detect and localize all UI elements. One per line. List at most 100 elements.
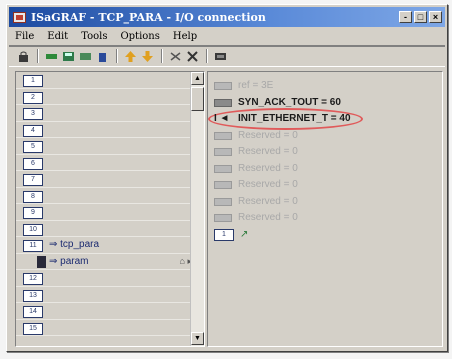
slot-number-box: 6 (23, 157, 43, 170)
parameter-item[interactable]: Reserved = 0 (214, 194, 414, 211)
scroll-down-button[interactable]: ▼ (191, 332, 204, 345)
maximize-button[interactable]: □ (414, 11, 427, 23)
node-number-box: 1 (214, 228, 234, 241)
slot-row[interactable]: 1 (16, 72, 192, 89)
channel-icon (214, 148, 232, 156)
slot-number-box: 5 (23, 141, 43, 153)
parameter-panel: ref = 3E SYN_ACK_TOUT = 60 I ◄ INIT_ETHE… (207, 71, 443, 347)
parameter-item[interactable]: Reserved = 0 (214, 177, 414, 194)
scale-icon[interactable] (169, 51, 182, 62)
slot-row[interactable]: 6 (16, 155, 192, 171)
vertical-scrollbar[interactable]: ▲ ▼ (190, 72, 204, 346)
scroll-thumb[interactable] (191, 87, 204, 111)
parameter-text: INIT_ETHERNET_T = 40 (238, 113, 351, 124)
minimize-button[interactable]: - (399, 11, 412, 23)
slot-number-box: 10 (23, 223, 43, 236)
parameter-text: SYN_ACK_TOUT = 60 (238, 96, 341, 108)
slot-row[interactable]: 5 (16, 138, 192, 155)
slot-row[interactable]: 8 (16, 188, 192, 204)
menu-help[interactable]: Help (173, 31, 197, 42)
parameter-item[interactable]: Reserved = 0 (214, 128, 414, 145)
menu-options[interactable]: Options (120, 31, 159, 42)
parameter-item[interactable]: Reserved = 0 (214, 161, 414, 178)
scroll-up-button[interactable]: ▲ (191, 72, 204, 85)
parameter-text: Reserved = 0 (238, 179, 298, 190)
toolbar-separator (37, 49, 39, 63)
slot-number-box: 4 (23, 124, 43, 137)
slot-number-box: 12 (23, 273, 43, 285)
slot-number-box: 8 (23, 190, 43, 203)
arrow-down-icon[interactable] (141, 50, 154, 62)
slot-number-box: 1 (23, 75, 43, 87)
parameter-text: Reserved = 0 (238, 146, 298, 157)
card-icon[interactable] (214, 51, 227, 62)
parameter-item[interactable]: Reserved = 0 (214, 144, 414, 161)
slot-number-box: 14 (23, 306, 43, 318)
parameter-text: Reserved = 0 (238, 129, 298, 141)
slot-row[interactable]: 7 (16, 171, 192, 188)
slot-number-box: 7 (23, 174, 43, 186)
slot-row[interactable]: 9 (16, 204, 192, 221)
slot-number-box: 13 (23, 289, 43, 302)
slot-row[interactable]: 2 (16, 89, 192, 105)
slot-list: 1 2 3 4 5 6 7 8 9 10 11 ⇒ tcp_para ⇒ par… (16, 72, 192, 336)
channel-icon (214, 181, 232, 189)
trash-icon[interactable] (96, 51, 109, 62)
slot-number-box: 15 (23, 322, 43, 335)
toolbar-separator (206, 49, 208, 63)
slot-number-box: 9 (23, 207, 43, 219)
parameter-item[interactable]: Reserved = 0 (214, 210, 414, 227)
slot-row[interactable]: 12 (16, 270, 192, 287)
slot-list-panel: 1 2 3 4 5 6 7 8 9 10 11 ⇒ tcp_para ⇒ par… (15, 71, 205, 347)
slot-row[interactable]: 4 (16, 122, 192, 138)
parameter-text: Reserved = 0 (238, 195, 298, 207)
parameter-text: Reserved = 0 (238, 212, 298, 223)
parameter-list: ref = 3E SYN_ACK_TOUT = 60 I ◄ INIT_ETHE… (208, 78, 414, 244)
channel-icon (214, 131, 232, 140)
close-button[interactable]: × (429, 11, 442, 23)
parameter-item[interactable]: ref = 3E (214, 78, 414, 95)
toolbar-separator (161, 49, 163, 63)
app-window: ISaGRAF - TCP_PARA - I/O connection - □ … (6, 4, 448, 352)
slot-row[interactable]: 10 (16, 221, 192, 237)
channel-icon (214, 82, 232, 90)
menu-file[interactable]: File (15, 31, 34, 42)
node-item[interactable]: 1 ↗ (214, 227, 414, 244)
parameter-text: Reserved = 0 (238, 162, 298, 174)
parameter-text: ref = 3E (238, 80, 274, 91)
slot-number-box: 11 (23, 240, 43, 252)
toolbar (9, 45, 445, 67)
toolbar-separator (116, 49, 118, 63)
slot-row[interactable]: 13 (16, 287, 192, 303)
node-arrow-icon: ↗ (240, 228, 249, 240)
slot-row[interactable]: 3 (16, 105, 192, 122)
channel-icon (214, 214, 232, 222)
lock-icon[interactable] (17, 51, 30, 62)
print-icon[interactable] (79, 51, 92, 62)
parameter-item-highlighted[interactable]: I ◄ INIT_ETHERNET_T = 40 (208, 108, 414, 130)
channel-icon (214, 164, 232, 173)
board-icon (37, 255, 46, 268)
slot-number-box: 3 (23, 108, 43, 120)
app-icon (13, 11, 26, 23)
tools-icon[interactable] (186, 50, 199, 62)
selected-marker: I ◄ (214, 113, 230, 124)
slot-number-box: 2 (23, 91, 43, 104)
title-bar[interactable]: ISaGRAF - TCP_PARA - I/O connection - □ … (9, 7, 445, 27)
menu-edit[interactable]: Edit (47, 31, 68, 42)
slot-row-tcp-para[interactable]: 11 ⇒ tcp_para (16, 237, 192, 254)
slot-row[interactable]: 14 (16, 303, 192, 320)
slot-row-param[interactable]: ⇒ param ⌂ ▸ (16, 254, 192, 270)
save-icon[interactable] (62, 51, 75, 62)
arrow-up-icon[interactable] (124, 50, 137, 62)
window-controls: - □ × (399, 11, 442, 23)
menu-bar: File Edit Tools Options Help (9, 28, 445, 44)
window-title: ISaGRAF - TCP_PARA - I/O connection (31, 10, 266, 24)
channel-icon (214, 197, 232, 206)
slot-label: ⇒ param (49, 255, 89, 267)
slot-row[interactable]: 15 (16, 320, 192, 336)
slot-label: ⇒ tcp_para (49, 239, 100, 250)
link-icon[interactable] (45, 51, 58, 62)
channel-icon (214, 98, 232, 107)
menu-tools[interactable]: Tools (81, 31, 107, 42)
